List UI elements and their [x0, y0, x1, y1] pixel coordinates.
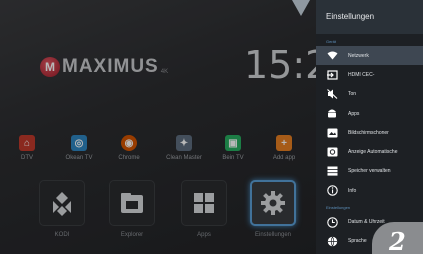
tile-apps[interactable]: [181, 180, 227, 226]
settings-item-hdmi-cec[interactable]: HDMI CEC-: [316, 65, 423, 84]
display-auto-icon: [326, 146, 338, 158]
tile-label: Apps: [197, 232, 211, 238]
logo-subtext: 4K: [160, 69, 169, 75]
storage-icon: [326, 165, 338, 177]
settings-title: Einstellungen: [316, 0, 423, 34]
app-okean-tv[interactable]: ◎ Okean TV: [57, 135, 101, 161]
settings-item-label: Anzeige Automatische: [348, 149, 398, 156]
settings-item-netzwerk[interactable]: Netzwerk: [316, 46, 423, 66]
app-label: Add app: [272, 155, 296, 161]
settings-item-ton[interactable]: Ton: [316, 85, 423, 104]
hdmi-input-icon: [326, 69, 338, 81]
settings-item-label: Bildschirmschoner: [348, 129, 389, 136]
logo-text: MAXIMUS: [62, 56, 159, 77]
settings-item-info[interactable]: Info: [316, 181, 423, 200]
android-icon: [326, 108, 338, 120]
app-label: DTV: [21, 155, 33, 161]
dtv-icon: ⌂: [19, 135, 35, 151]
tile-row: KODI Explorer Apps Einstellungen: [0, 180, 316, 240]
settings-panel: Einstellungen Gerät Netzwerk HDMI CEC- T…: [316, 0, 423, 254]
settings-item-label: Info: [348, 187, 357, 194]
app-chrome[interactable]: ◉ Chrome: [107, 135, 151, 161]
app-label: Chrome: [118, 155, 140, 161]
app-label: Okean TV: [65, 155, 93, 161]
app-clean-master[interactable]: ✦ Clean Master: [162, 135, 206, 161]
section-device: Gerät: [326, 39, 337, 44]
sound-muted-icon: [326, 88, 338, 100]
settings-item-label: Speicher verwalten: [348, 168, 391, 175]
section-preferences: Einstellungen: [326, 205, 351, 211]
app-bein-tv[interactable]: ▣ Bein TV: [211, 135, 255, 161]
maximus-logo-icon: M: [40, 57, 60, 77]
tile-label: KODI: [54, 232, 70, 238]
app-label: Bein TV: [222, 155, 244, 161]
wifi-icon: [326, 50, 338, 62]
tile-explorer[interactable]: [109, 180, 155, 226]
gear-icon: [261, 191, 285, 215]
settings-item-anzeige[interactable]: Anzeige Automatische: [316, 142, 423, 161]
screensaver-icon: [326, 127, 338, 139]
settings-item-apps[interactable]: Apps: [316, 104, 423, 123]
apps-grid-icon: [194, 193, 214, 213]
okean-tv-icon: ◎: [71, 135, 87, 151]
settings-item-label: Apps: [348, 110, 360, 117]
app-add-app[interactable]: + Add app: [262, 135, 306, 161]
app-label: Clean Master: [166, 155, 202, 161]
home-screen: M MAXIMUS 4K 15:2 ⌂ DTV ◎ Okean TV ◉ Chr…: [0, 0, 316, 254]
clock-icon: [326, 216, 338, 228]
kodi-icon: [53, 192, 71, 216]
focus-pointer-icon: [292, 0, 310, 16]
info-icon: [326, 185, 338, 197]
clean-master-icon: ✦: [176, 135, 192, 151]
folder-icon: [121, 193, 143, 213]
bein-tv-icon: ▣: [225, 135, 241, 151]
settings-item-label: Ton: [348, 91, 357, 98]
settings-item-speicher[interactable]: Speicher verwalten: [316, 162, 423, 181]
tile-label: Explorer: [120, 232, 144, 238]
settings-item-label: Datum & Uhrzeit: [348, 219, 385, 226]
settings-item-label: HDMI CEC-: [348, 71, 375, 78]
globe-icon: [326, 235, 338, 247]
tile-kodi[interactable]: [39, 180, 85, 226]
app-dtv[interactable]: ⌂ DTV: [5, 135, 49, 161]
settings-item-label: Netzwerk: [348, 52, 369, 59]
settings-item-label: Sprache: [348, 238, 367, 245]
tile-settings[interactable]: [250, 180, 296, 226]
app-row: ⌂ DTV ◎ Okean TV ◉ Chrome ✦ Clean Master…: [0, 135, 316, 171]
tile-label: Einstellungen: [254, 232, 292, 238]
add-app-icon: +: [276, 135, 292, 151]
clock: 15:2: [244, 43, 316, 87]
chrome-icon: ◉: [121, 135, 137, 151]
maximus-logo: M MAXIMUS 4K: [40, 56, 168, 78]
settings-item-bildschirmschoner[interactable]: Bildschirmschoner: [316, 123, 423, 142]
step-number-badge: 2: [372, 222, 423, 254]
